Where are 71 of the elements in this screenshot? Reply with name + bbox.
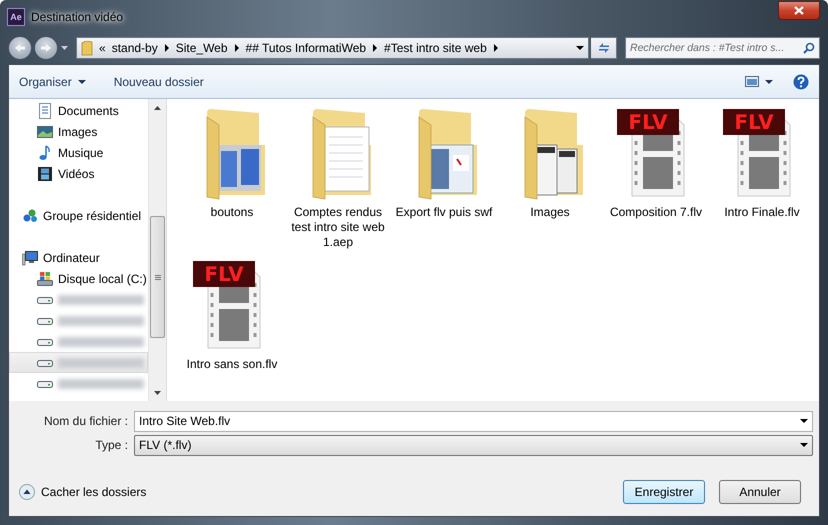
picture-icon [37,124,53,140]
filename-field[interactable]: Intro Site Web.flv [134,410,813,432]
view-button[interactable] [745,76,773,87]
close-icon [794,6,804,14]
file-name[interactable]: Comptes rendus test intro site web 1.aep [288,205,388,250]
breadcrumb-item[interactable]: #Test intro site web [384,41,487,55]
file-name[interactable]: Intro sans son.flv [182,357,282,372]
folder-icon [81,40,93,56]
organize-menu[interactable]: Organiser [19,74,86,88]
collapse-icon [19,484,35,500]
scroll-down-arrow-icon[interactable] [154,390,161,394]
dropdown-arrow-icon[interactable] [576,46,584,50]
breadcrumb-item[interactable]: stand-by [112,41,158,55]
file-name[interactable]: Composition 7.flv [606,205,706,220]
sidebar-item[interactable]: Disque local (C:) [9,268,148,289]
close-button[interactable] [778,0,820,20]
file-name[interactable]: Images [500,205,600,220]
file-name[interactable]: Export flv puis swf [394,205,494,220]
overflow-chevron[interactable]: « [99,41,106,55]
sidebar-item[interactable]: Vidéos [9,163,148,184]
new-folder-button[interactable]: Nouveau dossier [114,74,204,88]
scrollbar[interactable] [148,99,166,401]
caret-icon [78,80,86,84]
search-field[interactable]: Rechercher dans : #Test intro s... [625,37,820,59]
computer-icon [22,250,38,266]
sidebar-item[interactable]: Musique [9,142,148,163]
sidebar-item[interactable]: Images [9,121,148,142]
sidebar-item[interactable]: Groupe résidentiel [9,205,148,226]
address-bar[interactable]: « stand-by Site_Web ## Tutos InformatiWeb #Test intro site web [76,37,589,59]
field-label: Nom du fichier : [42,414,129,428]
back-arrow-icon [14,43,26,53]
help-icon[interactable] [793,74,809,90]
search-icon [803,42,815,54]
file-badge: FLV [617,109,679,135]
breadcrumb-item[interactable]: ## Tutos InformatiWeb [246,41,366,55]
dropdown-arrow-icon [800,443,808,447]
hide-folders-button[interactable]: Cacher les dossiers [19,484,146,500]
sidebar-item[interactable]: Documents [9,100,148,121]
homegroup-icon [22,208,38,224]
chevron-right-icon[interactable] [234,44,240,52]
field-label: Type : [94,438,129,452]
scroll-thumb[interactable] [150,216,165,338]
sidebar-item[interactable]: Ordinateur [9,247,148,268]
dropdown-arrow-icon[interactable] [800,418,808,422]
document-icon [37,102,53,118]
caret-icon[interactable] [61,46,68,50]
film-icon [37,166,53,182]
refresh-icon [596,42,610,54]
chevron-right-icon[interactable] [372,44,378,52]
file-name[interactable]: Intro Finale.flv [712,205,812,220]
scroll-up-arrow-icon[interactable] [154,106,161,110]
back-button[interactable] [8,36,32,60]
cancel-button[interactable]: Annuler [719,480,801,504]
save-button[interactable]: Enregistrer [623,480,705,504]
disk-drive-icon [37,270,53,286]
window-title: Destination vidéo [31,10,124,24]
refresh-button[interactable] [591,37,617,59]
forward-arrow-icon [40,43,52,53]
file-badge: FLV [193,261,255,287]
file-name[interactable]: boutons [182,205,282,220]
file-badge: FLV [723,109,785,135]
grip-icon [154,274,160,280]
chevron-right-icon[interactable] [164,44,170,52]
breadcrumb-item[interactable]: Site_Web [176,41,228,55]
view-icon [745,76,759,87]
music-note-icon [37,144,53,160]
chevron-right-icon[interactable] [492,44,499,52]
app-icon: Ae [7,8,25,26]
type-dropdown[interactable]: FLV (*.flv) [134,434,813,456]
forward-button[interactable] [34,36,58,60]
caret-icon [765,80,773,84]
